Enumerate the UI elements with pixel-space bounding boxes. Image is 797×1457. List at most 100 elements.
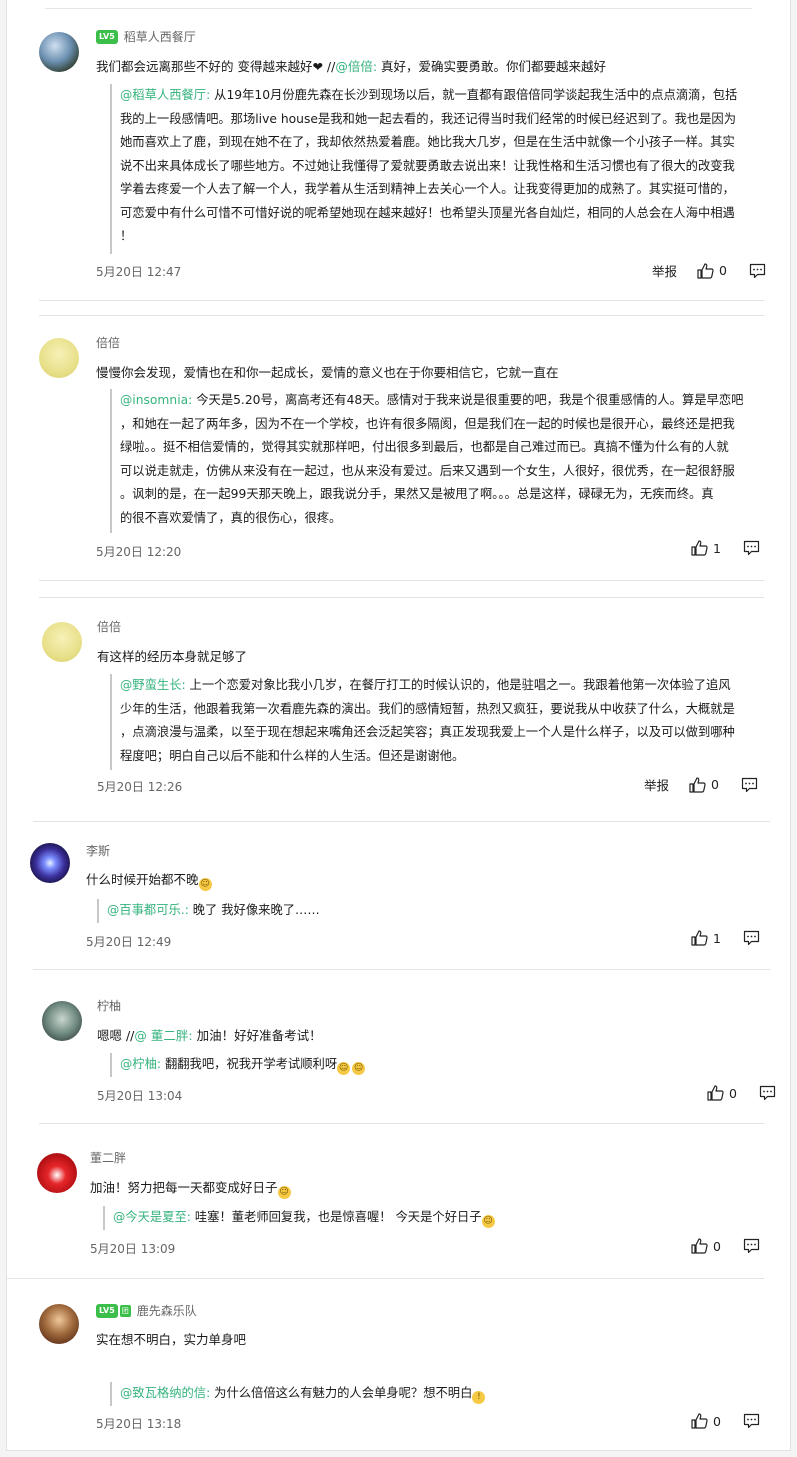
mention-link[interactable]: @倍倍: <box>335 59 377 74</box>
thumbs-up-icon <box>691 930 708 946</box>
username-text[interactable]: 倍倍 <box>96 334 120 351</box>
mention-link[interactable]: @野蛮生长: <box>120 678 186 692</box>
divider <box>39 300 764 301</box>
like-count: 0 <box>713 1413 721 1429</box>
username-text[interactable]: 柠柚 <box>97 997 121 1014</box>
avatar[interactable] <box>39 32 79 72</box>
comment-text: 有这样的经历本身就足够了 <box>97 649 248 664</box>
like-count: 0 <box>711 777 719 792</box>
comment-actions: 举报 0 <box>644 775 758 794</box>
avatar[interactable] <box>37 1153 77 1193</box>
avatar[interactable] <box>39 1304 79 1344</box>
report-button[interactable]: 举报 <box>644 775 669 794</box>
like-button[interactable]: 1 <box>691 930 721 946</box>
comment-actions: 0 <box>691 1413 760 1429</box>
comment-text: 什么时候开始都不晚 ☺ <box>86 872 212 891</box>
mention-link[interactable]: @致瓦格纳的信: <box>120 1386 210 1400</box>
smile-emoji-icon: ☺ <box>198 878 212 891</box>
quoted-reply: @insomnia: 今天是5.20号，离高考还有48天。感情对于我来说是很重要… <box>110 389 780 533</box>
username[interactable]: 李斯 <box>86 842 110 859</box>
thumbs-up-icon <box>707 1085 724 1101</box>
reply-icon[interactable] <box>743 540 760 556</box>
mention-link[interactable]: @柠柚: <box>120 1057 161 1071</box>
quoted-reply: @今天是夏至: 哇塞！董老师回复我，也是惊喜喔！ 今天是个好日子 ☺ <box>103 1206 613 1230</box>
smile-emoji-icon: ☺ <box>277 1186 291 1199</box>
timestamp: 5月20日 13:04 <box>97 1089 183 1103</box>
timestamp: 5月20日 13:09 <box>90 1242 176 1256</box>
like-count: 1 <box>713 930 721 946</box>
quoted-reply: @百事都可乐.: 晚了 我好像来晚了…… <box>97 899 607 923</box>
avatar[interactable] <box>42 1001 82 1041</box>
comment-actions: 1 <box>691 930 760 946</box>
comment-actions: 0 <box>707 1085 776 1101</box>
thumbs-up-icon <box>691 1413 708 1429</box>
avatar[interactable] <box>30 843 70 883</box>
level-badge: LV5 <box>96 1303 118 1318</box>
username-text[interactable]: 董二胖 <box>90 1149 126 1166</box>
username[interactable]: 董二胖 <box>90 1149 126 1166</box>
comment-text: 实在想不明白，实力单身吧 <box>96 1332 247 1347</box>
reply-icon[interactable] <box>741 777 758 793</box>
avatar[interactable] <box>42 622 82 662</box>
avatar[interactable] <box>39 338 79 378</box>
comment-text: 嗯嗯 //@ 董二胖: 加油！好好准备考试！ <box>97 1028 322 1043</box>
divider <box>33 821 770 822</box>
quoted-reply: @柠柚: 翻翻我吧，祝我开学考试顺利呀 ☺ ☺ <box>110 1053 620 1077</box>
timestamp: 5月20日 13:18 <box>96 1417 182 1431</box>
like-count: 0 <box>729 1085 737 1101</box>
username-text[interactable]: 倍倍 <box>97 618 121 635</box>
username[interactable]: LV5 稻草人西餐厅 <box>96 28 196 45</box>
mention-link[interactable]: @百事都可乐.: <box>107 903 189 917</box>
quoted-reply: @野蛮生长: 上一个恋爱对象比我小几岁，在餐厅打工的时候认识的，他是驻唱之一。我… <box>110 674 780 770</box>
thumbs-up-icon <box>689 776 706 793</box>
thumbs-up-icon <box>691 540 708 556</box>
like-button[interactable]: 0 <box>691 1413 721 1429</box>
comment-panel: LV5 稻草人西餐厅 我们都会远离那些不好的 变得越来越好❤ //@倍倍: 真好… <box>6 0 791 1451</box>
username-text[interactable]: 鹿先森乐队 <box>137 1302 197 1319</box>
like-button[interactable]: 0 <box>691 1238 721 1254</box>
divider <box>7 1278 764 1279</box>
divider <box>39 597 764 598</box>
comment-text: 我们都会远离那些不好的 变得越来越好❤ //@倍倍: 真好，爱确实要勇敢。你们都… <box>96 59 607 74</box>
smile-emoji-icon: ☺ <box>337 1062 351 1075</box>
mention-link[interactable]: @insomnia: <box>120 393 192 407</box>
like-count: 0 <box>719 263 727 278</box>
divider <box>33 969 770 970</box>
like-button[interactable]: 1 <box>691 540 721 556</box>
thumbs-up-icon <box>691 1238 708 1254</box>
divider <box>39 580 764 581</box>
quoted-reply: @稻草人西餐厅: 从19年10月份鹿先森在长沙到现场以后，就一直都有跟倍倍同学谈… <box>110 84 780 254</box>
thumbs-up-icon <box>697 262 714 279</box>
reply-icon[interactable] <box>743 1413 760 1429</box>
smile-emoji-icon: ☺ <box>481 1215 495 1228</box>
username[interactable]: 倍倍 <box>96 334 120 351</box>
group-badge: 团 <box>119 1304 131 1317</box>
like-button[interactable]: 0 <box>689 776 719 793</box>
username[interactable]: 柠柚 <box>97 997 121 1014</box>
comment-actions: 1 <box>691 540 760 556</box>
mention-link[interactable]: @ 董二胖: <box>134 1028 192 1043</box>
timestamp: 5月20日 12:26 <box>97 780 183 794</box>
like-button[interactable]: 0 <box>697 262 727 279</box>
mention-link[interactable]: @稻草人西餐厅: <box>120 88 210 102</box>
smile-emoji-icon: ☺ <box>352 1062 366 1075</box>
mention-link[interactable]: @今天是夏至: <box>113 1210 191 1224</box>
username[interactable]: 倍倍 <box>97 618 121 635</box>
quoted-reply: @致瓦格纳的信: 为什么倍倍这么有魅力的人会单身呢？想不明白! <box>110 1382 620 1406</box>
reply-icon[interactable] <box>759 1085 776 1101</box>
reply-icon[interactable] <box>743 1238 760 1254</box>
like-count: 1 <box>713 540 721 556</box>
reply-icon[interactable] <box>749 263 766 279</box>
timestamp: 5月20日 12:20 <box>96 545 182 559</box>
username-text[interactable]: 稻草人西餐厅 <box>124 28 196 45</box>
timestamp: 5月20日 12:49 <box>86 935 172 949</box>
like-button[interactable]: 0 <box>707 1085 737 1101</box>
username-text[interactable]: 李斯 <box>86 842 110 859</box>
comment-text: 慢慢你会发现，爱情也在和你一起成长，爱情的意义也在于你要相信它，它就一直在 <box>96 365 559 380</box>
like-count: 0 <box>713 1238 721 1254</box>
reply-icon[interactable] <box>743 930 760 946</box>
username[interactable]: LV5 团 鹿先森乐队 <box>96 1302 197 1319</box>
comment-text: 加油！努力把每一天都变成好日子 ☺ <box>90 1180 291 1199</box>
divider <box>39 1123 764 1124</box>
report-button[interactable]: 举报 <box>652 261 677 280</box>
